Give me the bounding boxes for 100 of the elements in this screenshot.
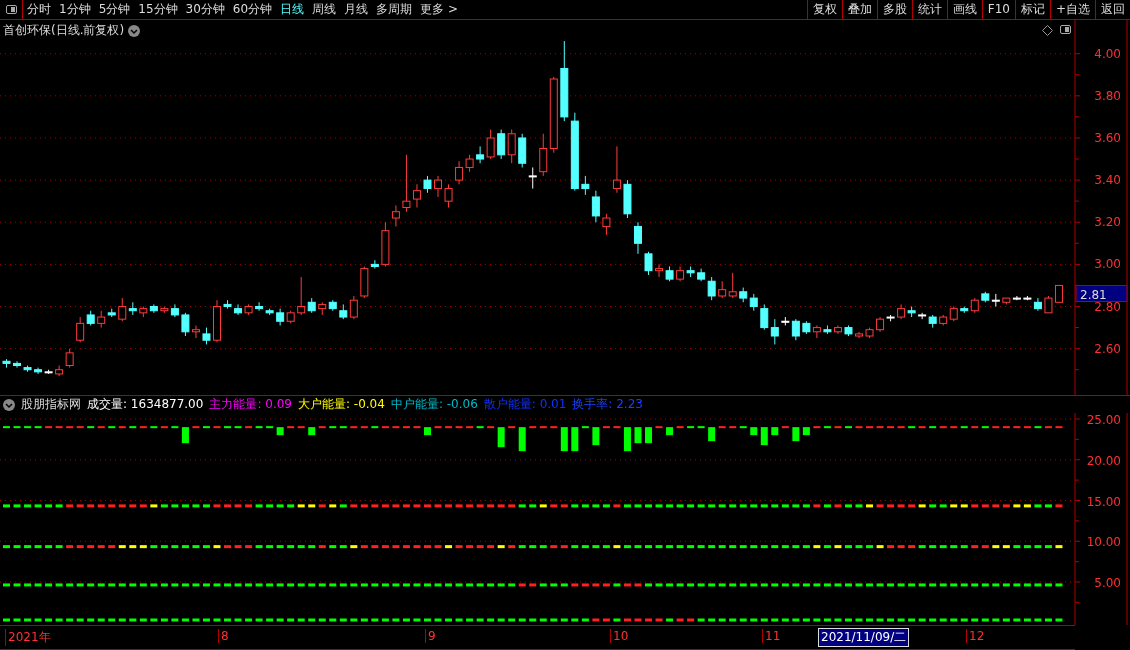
candle xyxy=(434,175,442,198)
candle xyxy=(255,301,264,312)
candle xyxy=(2,358,11,369)
price-tag: 2.81 xyxy=(1075,285,1128,302)
period-tab[interactable]: 60分钟 xyxy=(228,1,277,18)
candle xyxy=(612,145,621,194)
date-axis-label: 2021年 xyxy=(5,629,51,646)
date-axis-label: 9 xyxy=(425,629,436,643)
candle xyxy=(749,293,758,312)
candle xyxy=(1055,284,1063,303)
candle xyxy=(213,299,221,343)
candle xyxy=(465,154,474,173)
period-tab[interactable]: 多周期 xyxy=(372,1,417,18)
toggle-icon xyxy=(5,5,17,14)
date-axis-label: 12 xyxy=(966,629,985,643)
candle xyxy=(981,291,990,303)
candle xyxy=(812,325,821,339)
price-axis-label: 3.20 xyxy=(1094,215,1121,230)
candle xyxy=(455,160,464,185)
candle xyxy=(23,365,32,373)
date-axis-label: 8 xyxy=(218,629,229,643)
period-tab[interactable]: 月线 xyxy=(340,1,373,18)
candle xyxy=(223,299,232,310)
candle xyxy=(13,360,21,369)
indicator-reading: 主力能量: 0.09 xyxy=(209,396,292,413)
dropdown-icon[interactable] xyxy=(128,24,141,37)
indicator-axis-label: 10.00 xyxy=(1086,535,1121,550)
candle xyxy=(634,221,642,255)
period-tab[interactable]: 15分钟 xyxy=(134,1,182,18)
dropdown-icon[interactable] xyxy=(3,398,15,411)
toolbar-button[interactable]: 叠加 xyxy=(841,0,877,19)
period-tab[interactable]: 5分钟 xyxy=(94,1,135,18)
price-axis-label: 4.00 xyxy=(1094,46,1121,61)
price-axis-label: 3.00 xyxy=(1094,257,1121,272)
candle xyxy=(939,314,948,326)
period-tab[interactable]: 周线 xyxy=(308,1,341,18)
candle xyxy=(234,303,243,316)
price-axis-label: 3.40 xyxy=(1094,173,1121,188)
candle xyxy=(897,303,906,320)
indicator-axis-label: 5.00 xyxy=(1094,576,1121,590)
indicator-reading: 成交量: 1634877.00 xyxy=(87,396,204,413)
candle xyxy=(444,183,453,208)
candle xyxy=(855,331,863,339)
more-tab[interactable]: 更多 > xyxy=(416,1,462,18)
candle xyxy=(728,272,737,299)
toolbar-button[interactable]: 画线 xyxy=(946,0,982,19)
indicator-reading: 换手率: 2.23 xyxy=(572,396,643,413)
candle xyxy=(276,308,285,326)
indicator-reading: 大户能量: -0.04 xyxy=(297,396,385,413)
date-axis-label: 11 xyxy=(762,629,781,643)
candle xyxy=(139,306,148,318)
diamond-icon[interactable] xyxy=(1042,25,1053,36)
candle xyxy=(686,266,695,278)
candle xyxy=(507,129,516,164)
candle xyxy=(760,303,769,331)
candle xyxy=(823,325,832,335)
candle xyxy=(655,263,664,278)
indicator-axis-label: 15.00 xyxy=(1086,494,1121,509)
candle xyxy=(770,318,779,345)
candle xyxy=(833,325,842,335)
indicator-reading: 中户能量: -0.06 xyxy=(390,396,478,413)
price-axis-label: 2.80 xyxy=(1094,299,1121,314)
period-tab[interactable]: 分时 xyxy=(23,1,55,18)
candle xyxy=(602,213,611,236)
period-tab[interactable]: 1分钟 xyxy=(55,1,95,18)
candle xyxy=(676,266,685,282)
toolbar-button[interactable]: +自选 xyxy=(1049,0,1095,19)
candle xyxy=(865,327,874,339)
toolbar-button[interactable]: 复权 xyxy=(806,0,842,19)
candle xyxy=(802,320,811,335)
toolbar-button[interactable]: F10 xyxy=(981,0,1015,19)
candle xyxy=(718,280,727,299)
candle xyxy=(1044,295,1053,314)
period-tab[interactable]: 日线 xyxy=(276,1,309,18)
price-axis-label: 3.80 xyxy=(1094,88,1121,103)
cursor-date-label: 2021/11/09/二 xyxy=(818,628,910,647)
toolbar-button[interactable]: 多股 xyxy=(876,0,912,19)
indicator-name: 股朋指标网 xyxy=(21,396,81,413)
candle xyxy=(423,175,432,194)
period-tab[interactable]: 30分钟 xyxy=(181,1,229,18)
chart-title: 首创环保(日线.前复权) xyxy=(3,22,125,39)
candle xyxy=(328,299,337,312)
candle xyxy=(644,251,653,276)
date-axis-label: 10 xyxy=(610,629,629,643)
candle xyxy=(665,266,674,282)
toolbar-button[interactable]: 返回 xyxy=(1095,0,1130,19)
candle xyxy=(244,303,253,316)
indicator-axis-label: 25.00 xyxy=(1086,413,1121,427)
candle xyxy=(497,129,506,160)
indicator-reading: 散户能量: 0.01 xyxy=(483,396,567,413)
indicator-axis-label: 20.00 xyxy=(1086,453,1121,468)
toolbar-button[interactable]: 统计 xyxy=(911,0,947,19)
candle xyxy=(739,287,748,303)
candle xyxy=(844,325,853,337)
candle xyxy=(202,327,211,345)
toolbar-button[interactable]: 标记 xyxy=(1014,0,1050,19)
toggle-icon[interactable] xyxy=(1060,25,1071,34)
price-axis-label: 3.60 xyxy=(1094,131,1121,145)
candle xyxy=(286,310,295,324)
candle xyxy=(991,293,1000,307)
